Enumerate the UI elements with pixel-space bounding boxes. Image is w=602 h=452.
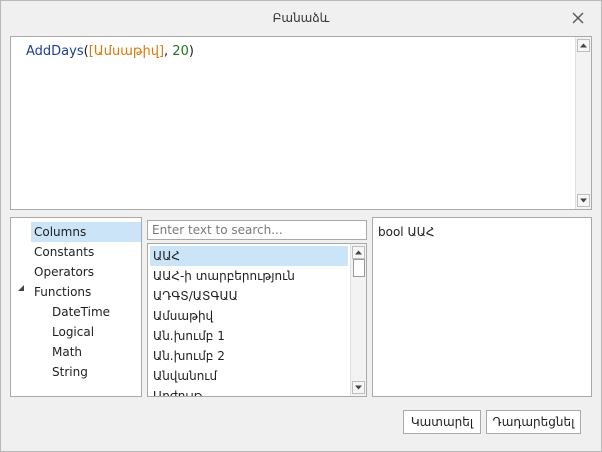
expression-editor[interactable]: AddDays([Ամսաթիվ], 20) bbox=[10, 36, 592, 210]
fields-list: ԱԱՀ ԱԱՀ-ի տարբերություն ԱԴԳՏ/ԱՏԳԱԱ Ամսաթ… bbox=[147, 243, 367, 397]
description-text: bool ԱԱՀ bbox=[378, 225, 435, 239]
expression-field: [Ամսաթիվ] bbox=[88, 44, 165, 59]
tree-item-datetime[interactable]: DateTime bbox=[52, 302, 110, 322]
arrow-down-icon bbox=[355, 385, 362, 390]
title-bar: Բանաձև bbox=[1, 1, 601, 35]
tree-item-string[interactable]: String bbox=[52, 362, 88, 382]
search-input[interactable] bbox=[148, 221, 366, 239]
editor-scroll-up-button[interactable] bbox=[577, 39, 590, 52]
list-item[interactable]: ԱԱՀ bbox=[150, 246, 348, 266]
list-item[interactable]: Ամսաթիվ bbox=[150, 306, 348, 326]
close-icon[interactable] bbox=[569, 9, 587, 27]
list-item[interactable]: Ան.խումբ 2 bbox=[150, 346, 348, 366]
list-scroll-up-button[interactable] bbox=[352, 246, 365, 259]
search-box bbox=[147, 220, 367, 240]
dialog-title: Բանաձև bbox=[272, 11, 330, 25]
category-tree: Columns Constants Operators Functions Da… bbox=[10, 217, 142, 397]
list-scroll-thumb[interactable] bbox=[353, 259, 365, 277]
execute-button[interactable]: Կատարել bbox=[403, 410, 481, 434]
expression-argument: 20 bbox=[172, 44, 189, 59]
list-item[interactable]: Ան.խումբ 1 bbox=[150, 326, 348, 346]
expand-toggle-icon[interactable] bbox=[17, 284, 25, 292]
tree-item-logical[interactable]: Logical bbox=[52, 322, 94, 342]
tree-item-columns[interactable]: Columns bbox=[31, 222, 141, 242]
arrow-down-icon bbox=[580, 198, 587, 203]
tree-item-math[interactable]: Math bbox=[52, 342, 82, 362]
fields-list-scrollbar[interactable] bbox=[350, 244, 366, 396]
tree-item-functions[interactable]: Functions bbox=[34, 282, 91, 302]
list-item[interactable]: ԱԱՀ-ի տարբերություն bbox=[150, 266, 348, 286]
list-scroll-down-button[interactable] bbox=[352, 381, 365, 394]
fields-list-viewport: ԱԱՀ ԱԱՀ-ի տարբերություն ԱԴԳՏ/ԱՏԳԱԱ Ամսաթ… bbox=[148, 244, 350, 396]
list-item[interactable]: Արժույթ bbox=[150, 386, 348, 396]
editor-scroll-down-button[interactable] bbox=[577, 194, 590, 207]
cancel-button[interactable]: Դադարեցնել bbox=[486, 410, 581, 434]
expression-close-paren: ) bbox=[188, 44, 194, 59]
list-item[interactable]: Անվանում bbox=[150, 366, 348, 386]
tree-item-operators[interactable]: Operators bbox=[34, 262, 94, 282]
description-panel: bool ԱԱՀ bbox=[372, 217, 592, 397]
expression-text: AddDays([Ամսաթիվ], 20) bbox=[26, 44, 194, 59]
tree-item-constants[interactable]: Constants bbox=[34, 242, 94, 262]
formula-dialog: Բանաձև AddDays([Ամսաթիվ], 20) Columns Co… bbox=[0, 0, 602, 452]
expression-function: AddDays bbox=[26, 44, 84, 59]
editor-scrollbar[interactable] bbox=[575, 37, 591, 209]
arrow-up-icon bbox=[580, 43, 587, 48]
arrow-up-icon bbox=[355, 250, 362, 255]
list-item[interactable]: ԱԴԳՏ/ԱՏԳԱԱ bbox=[150, 286, 348, 306]
